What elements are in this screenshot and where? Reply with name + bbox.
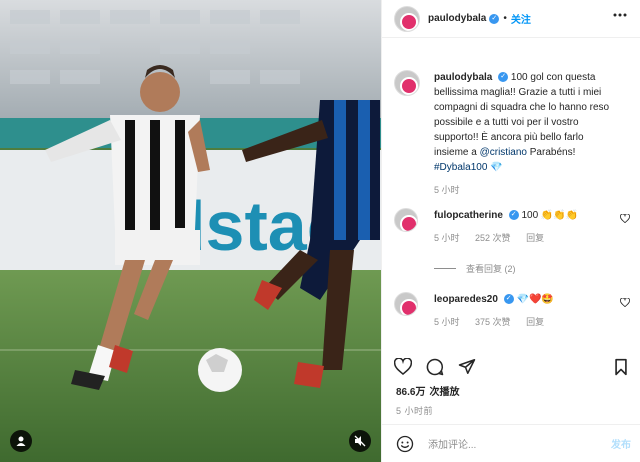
reply-button[interactable]: 回复 [526,233,544,243]
post-comment-button[interactable]: 发布 [611,436,631,451]
comment-time[interactable]: 5 小时 [434,233,460,243]
post-actions [382,354,640,378]
user-tag-icon [16,436,26,446]
mention-link[interactable]: @cristiano [480,147,527,158]
caption-username[interactable]: paulodybala [434,72,492,83]
post-time[interactable]: 5 小时前 [396,404,433,417]
avatar[interactable] [394,292,418,316]
post-video[interactable]: ndstac [0,0,381,462]
verified-badge-icon: ✓ [489,13,500,24]
avatar[interactable] [394,70,420,96]
post-header: paulodybala ✓ • 关注 [382,0,640,38]
share-icon[interactable] [458,358,476,375]
view-replies[interactable]: 查看回复 (2) [434,262,516,275]
heart-icon[interactable] [620,214,630,223]
comment-text: 100 👏👏👏 [521,210,579,221]
more-icon[interactable] [613,13,627,17]
mute-icon [354,435,366,447]
follow-button[interactable]: 关注 [511,11,531,26]
view-count-suffix: 次播放 [429,387,460,398]
caption-time[interactable]: 5 小时 [434,185,460,195]
view-replies-label[interactable]: 查看回复 (2) [466,262,516,275]
reply-button[interactable]: 回复 [526,317,544,327]
hashtag-emoji: 💎 [490,162,503,173]
comment-icon[interactable] [426,358,444,376]
comment-likes[interactable]: 375 次赞 [475,317,511,327]
mute-button[interactable] [349,430,371,452]
heart-icon[interactable] [620,298,630,307]
caption-text: 100 gol con questa bellissima maglia!! G… [434,72,610,158]
avatar[interactable] [394,5,420,32]
emoji-icon[interactable] [396,435,414,453]
video-frame: ndstac [0,0,381,462]
post-side-panel: paulodybala ✓ • 关注 paulodybala ✓ 100 gol… [381,0,640,462]
bookmark-icon[interactable] [614,358,628,376]
user-tag-button[interactable] [10,430,32,452]
add-comment-bar: 添加评论... 发布 [382,424,640,462]
avatar[interactable] [394,208,418,232]
comments-list[interactable]: paulodybala ✓ 100 gol con questa belliss… [382,38,640,354]
caption-text-after: Parabéns! [529,147,576,158]
header-username[interactable]: paulodybala [428,13,486,24]
comment-text: 💎❤️🤩 [516,294,554,305]
divider [434,268,456,269]
verified-badge-icon: ✓ [503,294,514,305]
comment-username[interactable]: fulopcatherine [434,210,503,221]
comment-likes[interactable]: 252 次赞 [475,233,511,243]
view-count-value: 86.6万 [396,387,426,398]
separator: • [503,13,507,24]
hashtag-link[interactable]: #Dybala100 [434,162,487,173]
verified-badge-icon: ✓ [508,210,519,221]
verified-badge-icon: ✓ [498,72,509,83]
comment-input[interactable]: 添加评论... [428,436,598,451]
comment-time[interactable]: 5 小时 [434,317,460,327]
view-count[interactable]: 86.6万 次播放 [396,383,459,398]
heart-icon[interactable] [394,358,412,375]
comment-username[interactable]: leoparedes20 [434,294,498,305]
